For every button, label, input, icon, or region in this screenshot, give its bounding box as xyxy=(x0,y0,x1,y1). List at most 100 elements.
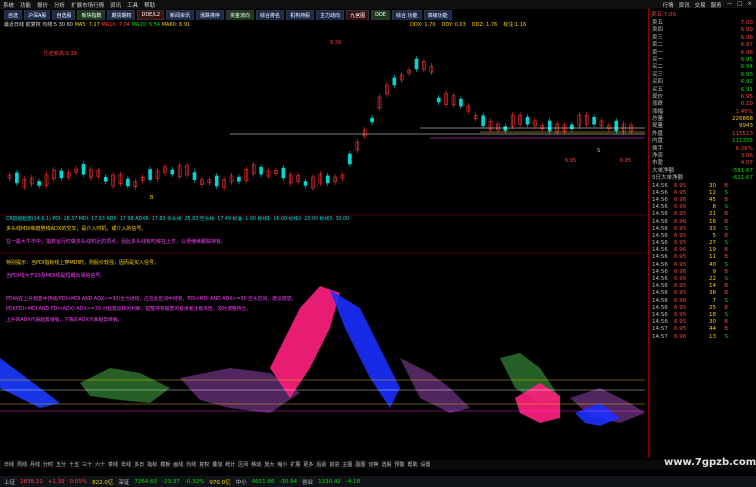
tab-2[interactable]: 自选股 xyxy=(52,10,76,20)
tab-9[interactable]: 综合排名 xyxy=(256,10,285,20)
toolbar-item-9[interactable]: 年线 xyxy=(121,461,131,468)
candle-body xyxy=(259,166,263,175)
tick-time: 14:57 xyxy=(652,326,668,333)
quote-row[interactable]: 买二 6.94 xyxy=(649,64,756,71)
stat-value: 6.95 xyxy=(740,93,753,100)
stat-value: 0.10 xyxy=(740,101,753,108)
tab-6[interactable]: 新闻资讯 xyxy=(166,10,195,20)
annotation-peak: 9.39 xyxy=(330,40,342,46)
menu-item-5[interactable]: 资讯 xyxy=(110,1,121,9)
status-item-9: 970.0亿 xyxy=(209,479,231,486)
indicator-header: CR超级趋势(14,6,1) PDI: 28.37 MDI: 17.93 ADX… xyxy=(6,217,350,222)
stat-label: 涨跌 xyxy=(652,101,664,108)
toolbar-item-14[interactable]: 均线 xyxy=(186,461,196,468)
toolbar-item-6[interactable]: 三十 xyxy=(82,461,92,468)
quote-row[interactable]: 买四 6.92 xyxy=(649,79,756,86)
quote-row[interactable]: 卖一 6.96 xyxy=(649,50,756,57)
tick-volume: 22 xyxy=(709,276,716,283)
menu-item-0[interactable]: 系统 xyxy=(3,1,14,9)
tick-time: 14:56 xyxy=(652,225,668,232)
menu-item-3[interactable]: 分析 xyxy=(54,1,65,9)
toolbar-item-30[interactable]: 预警 xyxy=(394,461,404,468)
stat-row: 涨幅 1.46% xyxy=(649,109,756,116)
toolbar-item-27[interactable]: 副图 xyxy=(355,461,365,468)
menu-item-6[interactable]: 工具 xyxy=(127,1,138,9)
toolbar-item-1[interactable]: 周线 xyxy=(17,461,27,468)
candle-body xyxy=(15,172,19,184)
quote-row[interactable]: 卖五 7.00 xyxy=(649,20,756,27)
tick-price: 6.95 xyxy=(674,290,687,297)
toolbar-item-29[interactable]: 选股 xyxy=(381,461,391,468)
toolbar-item-24[interactable]: 后退 xyxy=(316,461,326,468)
toolbar-item-8[interactable]: 季线 xyxy=(108,461,118,468)
status-item-14: 1330.42 xyxy=(318,478,341,485)
tab-12[interactable]: 九宫图 xyxy=(346,10,370,20)
menu-item-1[interactable]: 功能 xyxy=(20,1,31,9)
tick-side: B xyxy=(724,247,728,254)
toolbar-item-11[interactable]: 指标 xyxy=(147,461,157,468)
tab-3[interactable]: 板块指数 xyxy=(77,10,106,20)
tab-10[interactable]: 机构持股 xyxy=(286,10,315,20)
toolbar-item-18[interactable]: 区间 xyxy=(238,461,248,468)
candle-body xyxy=(103,176,108,182)
toolbar-item-15[interactable]: 复权 xyxy=(199,461,209,468)
tab-0[interactable]: 自选 xyxy=(4,10,23,20)
tab-4[interactable]: 期货期权 xyxy=(107,10,136,20)
toolbar-item-23[interactable]: 更多 xyxy=(303,461,313,468)
menu-item-7[interactable]: 帮助 xyxy=(144,1,155,9)
tab-5[interactable]: DDE/L2 xyxy=(137,10,164,20)
toolbar-item-32[interactable]: 设置 xyxy=(421,461,431,468)
toolbar-item-25[interactable]: 前进 xyxy=(329,461,339,468)
tick-time: 14:56 xyxy=(652,182,668,189)
toolbar-item-5[interactable]: 十五 xyxy=(69,461,79,468)
toolbar-item-21[interactable]: 缩小 xyxy=(277,461,287,468)
tab-14[interactable]: 综合 功能 xyxy=(391,10,422,20)
tab-1[interactable]: 沪深A股 xyxy=(24,10,51,20)
quote-row[interactable]: 卖四 6.99 xyxy=(649,27,756,34)
toolbar-item-19[interactable]: 移动 xyxy=(251,461,261,468)
tick-list[interactable]: 14:56 6.95 30 B 14:56 6.95 12 S 14:56 6.96 45 B 14:5… xyxy=(649,183,756,341)
toolbar-item-2[interactable]: 月线 xyxy=(30,461,40,468)
toolbar-item-17[interactable]: 统计 xyxy=(225,461,235,468)
toolbar-item-10[interactable]: 多日 xyxy=(134,461,144,468)
tick-row: 14:56 6.95 36 B xyxy=(649,290,756,297)
quote-row[interactable]: 买五 6.91 xyxy=(649,87,756,94)
tab-7[interactable]: 涨跌排序 xyxy=(196,10,225,20)
toolbar-item-26[interactable]: 主图 xyxy=(342,461,352,468)
status-item-12: -30.94 xyxy=(279,478,298,485)
tab-11[interactable]: 主力动向 xyxy=(316,10,345,20)
toolbar-item-22[interactable]: 扩展 xyxy=(290,461,300,468)
tick-side: B xyxy=(724,304,728,311)
quote-row[interactable]: 买一 6.95 xyxy=(649,57,756,64)
toolbar-item-7[interactable]: 六十 xyxy=(95,461,105,468)
toolbar-item-28[interactable]: 切换 xyxy=(368,461,378,468)
tab-8[interactable]: 资金流向 xyxy=(226,10,255,20)
candle-body xyxy=(237,176,241,182)
flow-value: -551.67 xyxy=(731,167,753,174)
toolbar-item-13[interactable]: 画线 xyxy=(173,461,183,468)
menu-item-2[interactable]: 报价 xyxy=(37,1,48,9)
toolbar-item-16[interactable]: 叠加 xyxy=(212,461,222,468)
tick-time: 14:56 xyxy=(652,283,668,290)
tick-row: 14:56 6.95 30 B xyxy=(649,319,756,326)
quote-row[interactable]: 买三 6.93 xyxy=(649,72,756,79)
toolbar-item-12[interactable]: 模板 xyxy=(160,461,170,468)
lower-note-3: 上升的ADX代表趋势增强，下降的ADX代表趋势转弱。 xyxy=(6,318,123,323)
toolbar-item-20[interactable]: 放大 xyxy=(264,461,274,468)
toolbar-item-0[interactable]: 日线 xyxy=(4,461,14,468)
tick-volume: 45 xyxy=(709,196,716,203)
candle-body xyxy=(547,120,552,132)
tick-price: 6.95 xyxy=(674,304,687,311)
menu-item-4[interactable]: 扩展市场行情 xyxy=(71,1,104,9)
quote-row[interactable]: 卖二 6.97 xyxy=(649,42,756,49)
toolbar-item-31[interactable]: 帮助 xyxy=(407,461,417,468)
candle-body xyxy=(81,163,86,175)
tab-15[interactable]: 高级功能 xyxy=(423,10,452,20)
toolbar-item-3[interactable]: 分时 xyxy=(43,461,53,468)
tab-13[interactable]: DDE xyxy=(371,10,390,20)
stat-label: 现量 xyxy=(652,123,664,130)
toolbar-item-4[interactable]: 五分 xyxy=(56,461,66,468)
quote-row[interactable]: 卖三 6.98 xyxy=(649,35,756,42)
quote-label: 买四 xyxy=(652,79,664,86)
tick-volume: 9 xyxy=(712,268,717,275)
